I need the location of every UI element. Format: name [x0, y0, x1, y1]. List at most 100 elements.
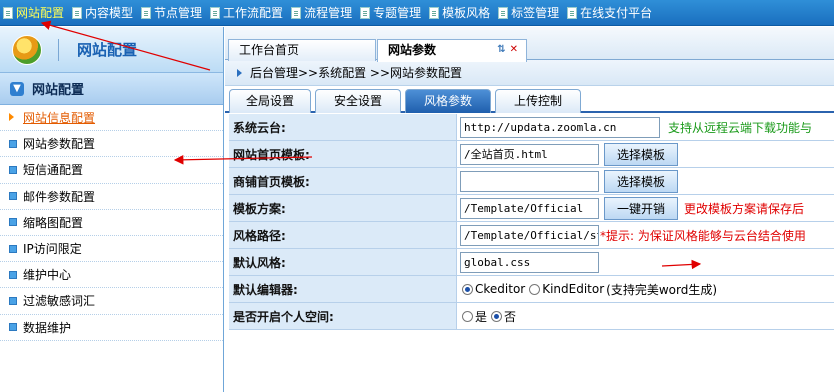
- form-row: 风格路径: /Template/Official/st *提示: 为保证风格能够…: [229, 222, 834, 249]
- document-icon: [291, 6, 302, 19]
- top-menu-bar: 网站配置 内容模型 节点管理 工作流配置 流程管理 专题管理 模板风格 标签管理…: [0, 0, 834, 26]
- breadcrumb: 后台管理>>系统配置 >>网站参数配置: [225, 60, 834, 86]
- template-scheme-input[interactable]: /Template/Official: [460, 197, 599, 219]
- top-menu-process-manage[interactable]: 流程管理: [291, 4, 352, 21]
- tab-label: 工作台首页: [239, 43, 300, 57]
- field-label: 商铺首页模板:: [229, 168, 457, 194]
- close-icon[interactable]: ✕: [510, 44, 518, 55]
- top-menu-label: 在线支付平台: [580, 6, 653, 20]
- logo-icon: [12, 34, 42, 65]
- document-icon: [3, 6, 13, 19]
- tab-security-settings[interactable]: 安全设置: [315, 89, 401, 113]
- top-menu-template-style[interactable]: 模板风格: [429, 4, 490, 21]
- sidebar-item-sms[interactable]: 短信通配置: [0, 157, 223, 184]
- refresh-icon[interactable]: ⇅: [497, 44, 505, 55]
- document-icon: [360, 6, 371, 19]
- sidebar-item-data-maintenance[interactable]: 数据维护: [0, 315, 223, 341]
- radio-label: KindEditor: [542, 282, 605, 296]
- select-shop-template-button[interactable]: 选择模板: [604, 169, 679, 193]
- tab-style-params[interactable]: 风格参数: [405, 89, 491, 113]
- document-icon: [498, 6, 509, 19]
- main-panel: 工作台首页 网站参数 ⇅ ✕ 后台管理>>系统配置 >>网站参数配置 全局设置 安…: [225, 27, 834, 392]
- tab-home[interactable]: 工作台首页: [228, 39, 376, 61]
- one-click-button[interactable]: 一键开销: [604, 196, 679, 220]
- arrow-right-icon: [237, 68, 242, 77]
- shop-template-input[interactable]: [460, 170, 599, 192]
- radio-label: Ckeditor: [475, 282, 526, 296]
- field-label: 风格路径:: [229, 222, 457, 248]
- field-label: 模板方案:: [229, 195, 457, 221]
- sidebar: 网站配置 ▼ 网站配置 网站信息配置 网站参数配置 短信通配置 邮件参数配置 缩…: [0, 27, 224, 392]
- document-icon: [210, 6, 221, 19]
- default-style-input[interactable]: global.css: [460, 251, 599, 273]
- arrow-right-icon: [9, 113, 15, 122]
- form-row: 是否开启个人空间: 是 否: [229, 303, 834, 330]
- square-bullet-icon: [9, 270, 17, 279]
- top-menu-label: 节点管理: [154, 6, 203, 20]
- top-menu-tag-manage[interactable]: 标签管理: [498, 4, 559, 21]
- select-home-template-button[interactable]: 选择模板: [604, 142, 679, 166]
- sidebar-section-label: 网站配置: [32, 83, 85, 98]
- form-row: 商铺首页模板: 选择模板: [229, 168, 834, 195]
- radio-kindeditor[interactable]: [529, 283, 541, 295]
- settings-form: 系统云台: http://updata.zoomla.cn 支持从远程云端下载功…: [229, 114, 834, 330]
- top-menu-topic-manage[interactable]: 专题管理: [360, 4, 421, 21]
- square-bullet-icon: [9, 323, 17, 332]
- top-menu-label: 标签管理: [511, 6, 560, 20]
- square-bullet-icon: [9, 218, 17, 227]
- style-path-input[interactable]: /Template/Official/st: [460, 224, 599, 246]
- document-icon: [141, 6, 152, 19]
- form-row: 模板方案: /Template/Official 一键开销 更改模板方案请保存后: [229, 195, 834, 222]
- tab-upload-control[interactable]: 上传控制: [495, 89, 581, 113]
- home-template-input[interactable]: /全站首页.html: [460, 143, 599, 165]
- document-icon: [429, 6, 440, 19]
- sidebar-item-filter-words[interactable]: 过滤敏感词汇: [0, 288, 223, 315]
- top-menu-website-config[interactable]: 网站配置: [3, 4, 64, 21]
- document-icon: [567, 6, 578, 19]
- square-bullet-icon: [9, 244, 17, 253]
- top-menu-workflow-config[interactable]: 工作流配置: [210, 4, 283, 21]
- divider: [58, 38, 59, 61]
- sidebar-item-ip-limit[interactable]: IP访问限定: [0, 236, 223, 263]
- sidebar-item-label: IP访问限定: [23, 242, 82, 257]
- form-row: 默认风格: global.css: [229, 249, 834, 276]
- field-label: 系统云台:: [229, 114, 457, 140]
- sidebar-item-thumbnail[interactable]: 缩略图配置: [0, 210, 223, 236]
- square-bullet-icon: [9, 192, 17, 201]
- top-menu-label: 工作流配置: [223, 6, 284, 20]
- form-row: 网站首页模板: /全站首页.html 选择模板: [229, 141, 834, 168]
- form-row: 默认编辑器: Ckeditor KindEditor (支持完美word生成): [229, 276, 834, 303]
- radio-no[interactable]: [491, 310, 503, 322]
- top-menu-label: 网站配置: [16, 6, 65, 20]
- style-path-hint: *提示: 为保证风格能够与云台结合使用: [600, 228, 806, 243]
- top-menu-label: 模板风格: [442, 6, 491, 20]
- collapse-icon: ▼: [10, 81, 24, 96]
- field-label: 默认编辑器:: [229, 276, 457, 302]
- sidebar-item-label: 过滤敏感词汇: [23, 294, 96, 309]
- tab-global-settings[interactable]: 全局设置: [229, 89, 311, 113]
- square-bullet-icon: [9, 165, 17, 174]
- page-tabs: 工作台首页 网站参数 ⇅ ✕: [225, 27, 834, 62]
- cloud-hint: 支持从远程云端下载功能与: [668, 120, 813, 135]
- tab-label: 网站参数: [388, 43, 437, 57]
- sidebar-item-maintenance[interactable]: 维护中心: [0, 262, 223, 289]
- cloud-url-input[interactable]: http://updata.zoomla.cn: [460, 116, 660, 138]
- top-menu-content-model[interactable]: 内容模型: [72, 4, 133, 21]
- field-label: 是否开启个人空间:: [229, 303, 457, 329]
- radio-ckeditor[interactable]: [462, 283, 473, 295]
- top-menu-node-manage[interactable]: 节点管理: [141, 4, 202, 21]
- sidebar-header: 网站配置: [0, 27, 223, 73]
- sidebar-item-site-params[interactable]: 网站参数配置: [0, 131, 223, 158]
- document-icon: [72, 6, 83, 19]
- form-row: 系统云台: http://updata.zoomla.cn 支持从远程云端下载功…: [229, 114, 834, 141]
- sidebar-item-site-info[interactable]: 网站信息配置: [0, 105, 223, 132]
- field-label: 默认风格:: [229, 249, 457, 275]
- editor-note: (支持完美word生成): [606, 282, 718, 297]
- tab-site-params[interactable]: 网站参数 ⇅ ✕: [377, 39, 527, 62]
- radio-yes[interactable]: [462, 310, 473, 322]
- scheme-hint: 更改模板方案请保存后: [684, 201, 805, 216]
- sidebar-section-header[interactable]: ▼ 网站配置: [0, 73, 223, 105]
- breadcrumb-text: 后台管理>>系统配置 >>网站参数配置: [250, 66, 463, 80]
- sidebar-item-email[interactable]: 邮件参数配置: [0, 184, 223, 210]
- top-menu-online-payment[interactable]: 在线支付平台: [567, 4, 652, 21]
